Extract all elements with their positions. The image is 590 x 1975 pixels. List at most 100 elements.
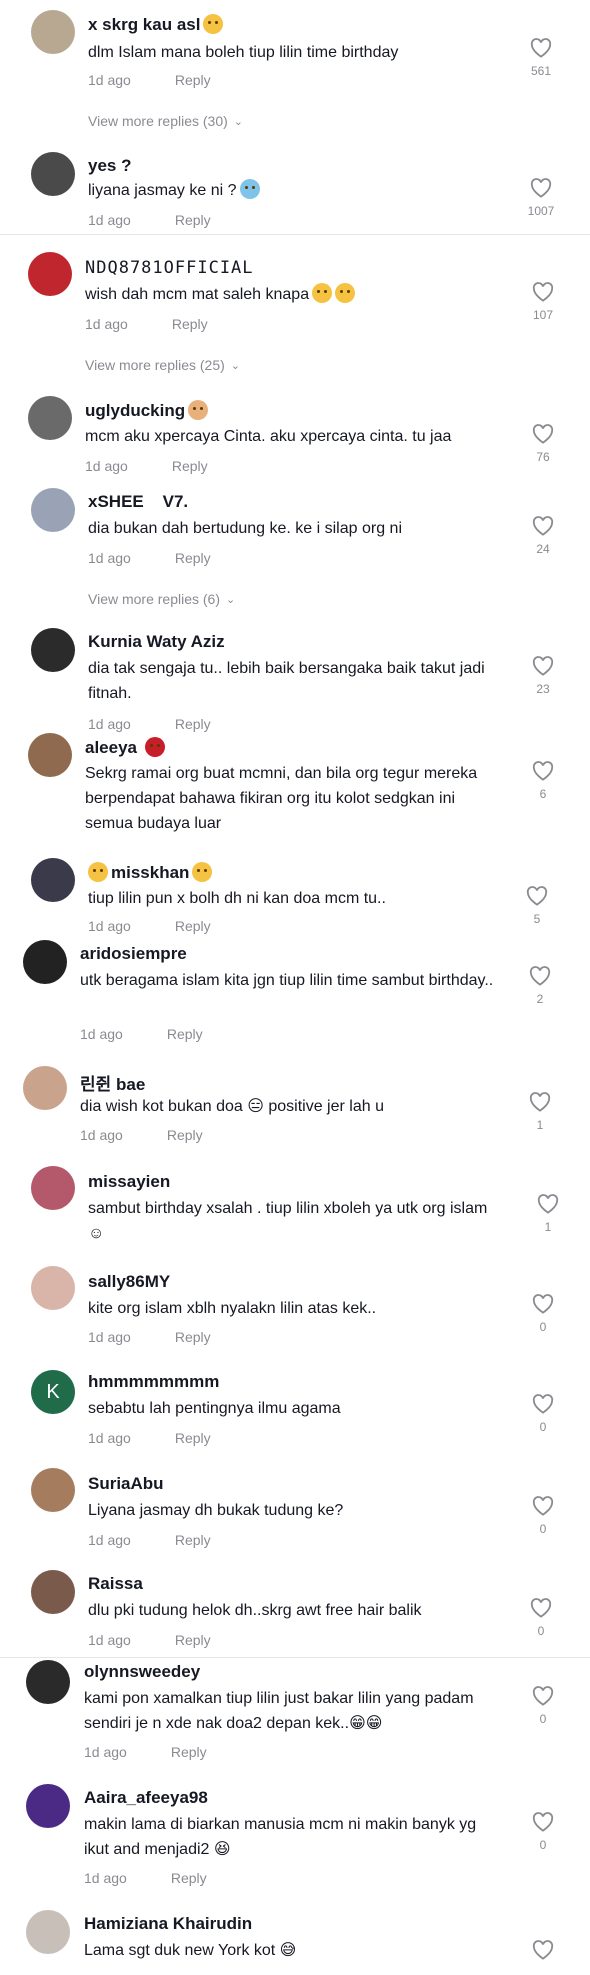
comment-text: sebabtu lah pentingnya ilmu agama — [88, 1400, 341, 1417]
reply-button[interactable]: Reply — [175, 1532, 211, 1548]
comment-author[interactable]: Hamiziana Khairudin — [84, 1914, 252, 1934]
comment-author[interactable]: uglyducking — [85, 400, 209, 421]
reply-button[interactable]: Reply — [175, 1430, 211, 1446]
reply-button[interactable]: Reply — [175, 918, 211, 934]
comment-author[interactable]: missayien — [88, 1172, 170, 1192]
view-more-replies[interactable]: View more replies (6) ⌄ — [88, 591, 235, 607]
like-button[interactable]: 24 — [523, 516, 563, 556]
comment-meta: 1d ago Reply — [88, 1329, 211, 1345]
comment-time: 1d ago — [88, 212, 131, 228]
reply-button[interactable]: Reply — [171, 1870, 207, 1886]
comment-author[interactable]: Aaira_afeeya98 — [84, 1788, 208, 1808]
comment-text: dlm Islam mana boleh tiup lilin time bir… — [88, 44, 399, 61]
avatar[interactable] — [28, 733, 72, 777]
comment-author[interactable]: aleeya — [85, 737, 165, 758]
comment-text: makin lama di biarkan manusia mcm ni mak… — [84, 1816, 477, 1858]
like-button[interactable]: 1007 — [521, 178, 561, 218]
reply-button[interactable]: Reply — [175, 212, 211, 228]
reply-button[interactable]: Reply — [175, 550, 211, 566]
reply-button[interactable]: Reply — [171, 1744, 207, 1760]
like-button[interactable]: 6 — [523, 761, 563, 801]
comment-text: Sekrg ramai org buat mcmni, dan bila org… — [85, 765, 478, 832]
comment-time: 1d ago — [88, 1632, 131, 1648]
avatar[interactable] — [31, 1166, 75, 1210]
comment-meta: 1d ago Reply — [84, 1744, 207, 1760]
avatar[interactable] — [28, 252, 72, 296]
reply-button[interactable]: Reply — [175, 1632, 211, 1648]
reply-button[interactable]: Reply — [172, 458, 208, 474]
avatar[interactable]: K — [31, 1370, 75, 1414]
like-button[interactable]: 76 — [523, 424, 563, 464]
heart-icon — [532, 1394, 554, 1414]
comment-author[interactable]: Raissa — [88, 1574, 143, 1594]
like-button[interactable]: 107 — [523, 282, 563, 322]
avatar[interactable] — [23, 940, 67, 984]
avatar[interactable] — [31, 1468, 75, 1512]
avatar[interactable] — [31, 10, 75, 54]
comment-time: 1d ago — [88, 918, 131, 934]
comment-text: wish dah mcm mat saleh knapa — [85, 282, 525, 307]
like-button[interactable]: 0 — [523, 1294, 563, 1334]
heart-icon — [526, 886, 548, 906]
avatar[interactable] — [31, 1570, 75, 1614]
comment-author[interactable]: yes ? — [88, 156, 131, 176]
avatar[interactable] — [23, 1066, 67, 1110]
comment-text: tiup lilin pun x bolh dh ni kan doa mcm … — [88, 890, 386, 907]
view-more-replies[interactable]: View more replies (25) ⌄ — [85, 357, 240, 373]
comment-meta: 1d ago Reply — [88, 212, 211, 228]
avatar[interactable] — [31, 858, 75, 902]
reply-button[interactable]: Reply — [175, 72, 211, 88]
avatar[interactable] — [31, 1266, 75, 1310]
like-count: 1 — [536, 1118, 544, 1132]
comment-author[interactable]: hmmmmmmmm — [88, 1372, 219, 1392]
avatar[interactable] — [31, 488, 75, 532]
comment-meta: 1d ago Reply — [88, 918, 211, 934]
reply-button[interactable]: Reply — [175, 716, 211, 732]
like-button[interactable]: 0 — [523, 1496, 563, 1536]
avatar[interactable] — [31, 628, 75, 672]
comment-meta: 1d ago Reply — [88, 716, 211, 732]
comment-text: Lama sgt duk new York kot 😅 — [84, 1942, 297, 1959]
avatar[interactable] — [26, 1910, 70, 1954]
like-button[interactable]: 1 — [520, 1092, 560, 1132]
like-button[interactable]: 5 — [517, 886, 557, 926]
comment-time: 1d ago — [80, 1026, 123, 1042]
reply-button[interactable]: Reply — [167, 1026, 203, 1042]
comment-author[interactable]: xSHEE V7. — [88, 492, 188, 512]
comment-meta: 1d ago Reply — [88, 550, 211, 566]
reply-button[interactable]: Reply — [172, 316, 208, 332]
like-button[interactable]: 0 — [523, 1686, 563, 1726]
reply-button[interactable]: Reply — [175, 1329, 211, 1345]
like-count: 23 — [536, 682, 550, 696]
like-count: 0 — [539, 1838, 547, 1852]
like-button[interactable]: 0 — [523, 1394, 563, 1434]
like-count: 0 — [537, 1624, 545, 1638]
comment-author[interactable]: SuriaAbu — [88, 1474, 164, 1494]
like-button[interactable]: 0 — [523, 1812, 563, 1852]
like-button[interactable]: 2 — [520, 966, 560, 1006]
comment-text: utk beragama islam kita jgn tiup lilin t… — [80, 972, 494, 989]
avatar[interactable] — [31, 152, 75, 196]
heart-icon — [532, 516, 554, 536]
comment-author[interactable]: aridosiempre — [80, 944, 187, 964]
comment-author[interactable]: NDQ8781OFFICIAL — [85, 258, 254, 278]
comment-author[interactable]: misskhan — [88, 862, 213, 883]
comment-author[interactable]: sally86MY — [88, 1272, 170, 1292]
heart-icon — [537, 1194, 559, 1214]
reply-button[interactable]: Reply — [167, 1127, 203, 1143]
comment-author[interactable]: olynnsweedey — [84, 1662, 200, 1682]
comment-time: 1d ago — [88, 550, 131, 566]
like-button[interactable]: 23 — [523, 656, 563, 696]
view-more-replies[interactable]: View more replies (30) ⌄ — [88, 113, 243, 129]
like-count: 2 — [536, 992, 544, 1006]
avatar[interactable] — [26, 1660, 70, 1704]
comment-author[interactable]: 린쥔 bae — [80, 1070, 145, 1095]
avatar[interactable] — [26, 1784, 70, 1828]
like-button[interactable] — [523, 1940, 563, 1960]
comment-author[interactable]: x skrg kau asl — [88, 14, 224, 35]
avatar[interactable] — [28, 396, 72, 440]
comment-author[interactable]: Kurnia Waty Aziz — [88, 632, 225, 652]
like-button[interactable]: 1 — [528, 1194, 568, 1234]
like-button[interactable]: 0 — [521, 1598, 561, 1638]
like-button[interactable]: 561 — [521, 38, 561, 78]
